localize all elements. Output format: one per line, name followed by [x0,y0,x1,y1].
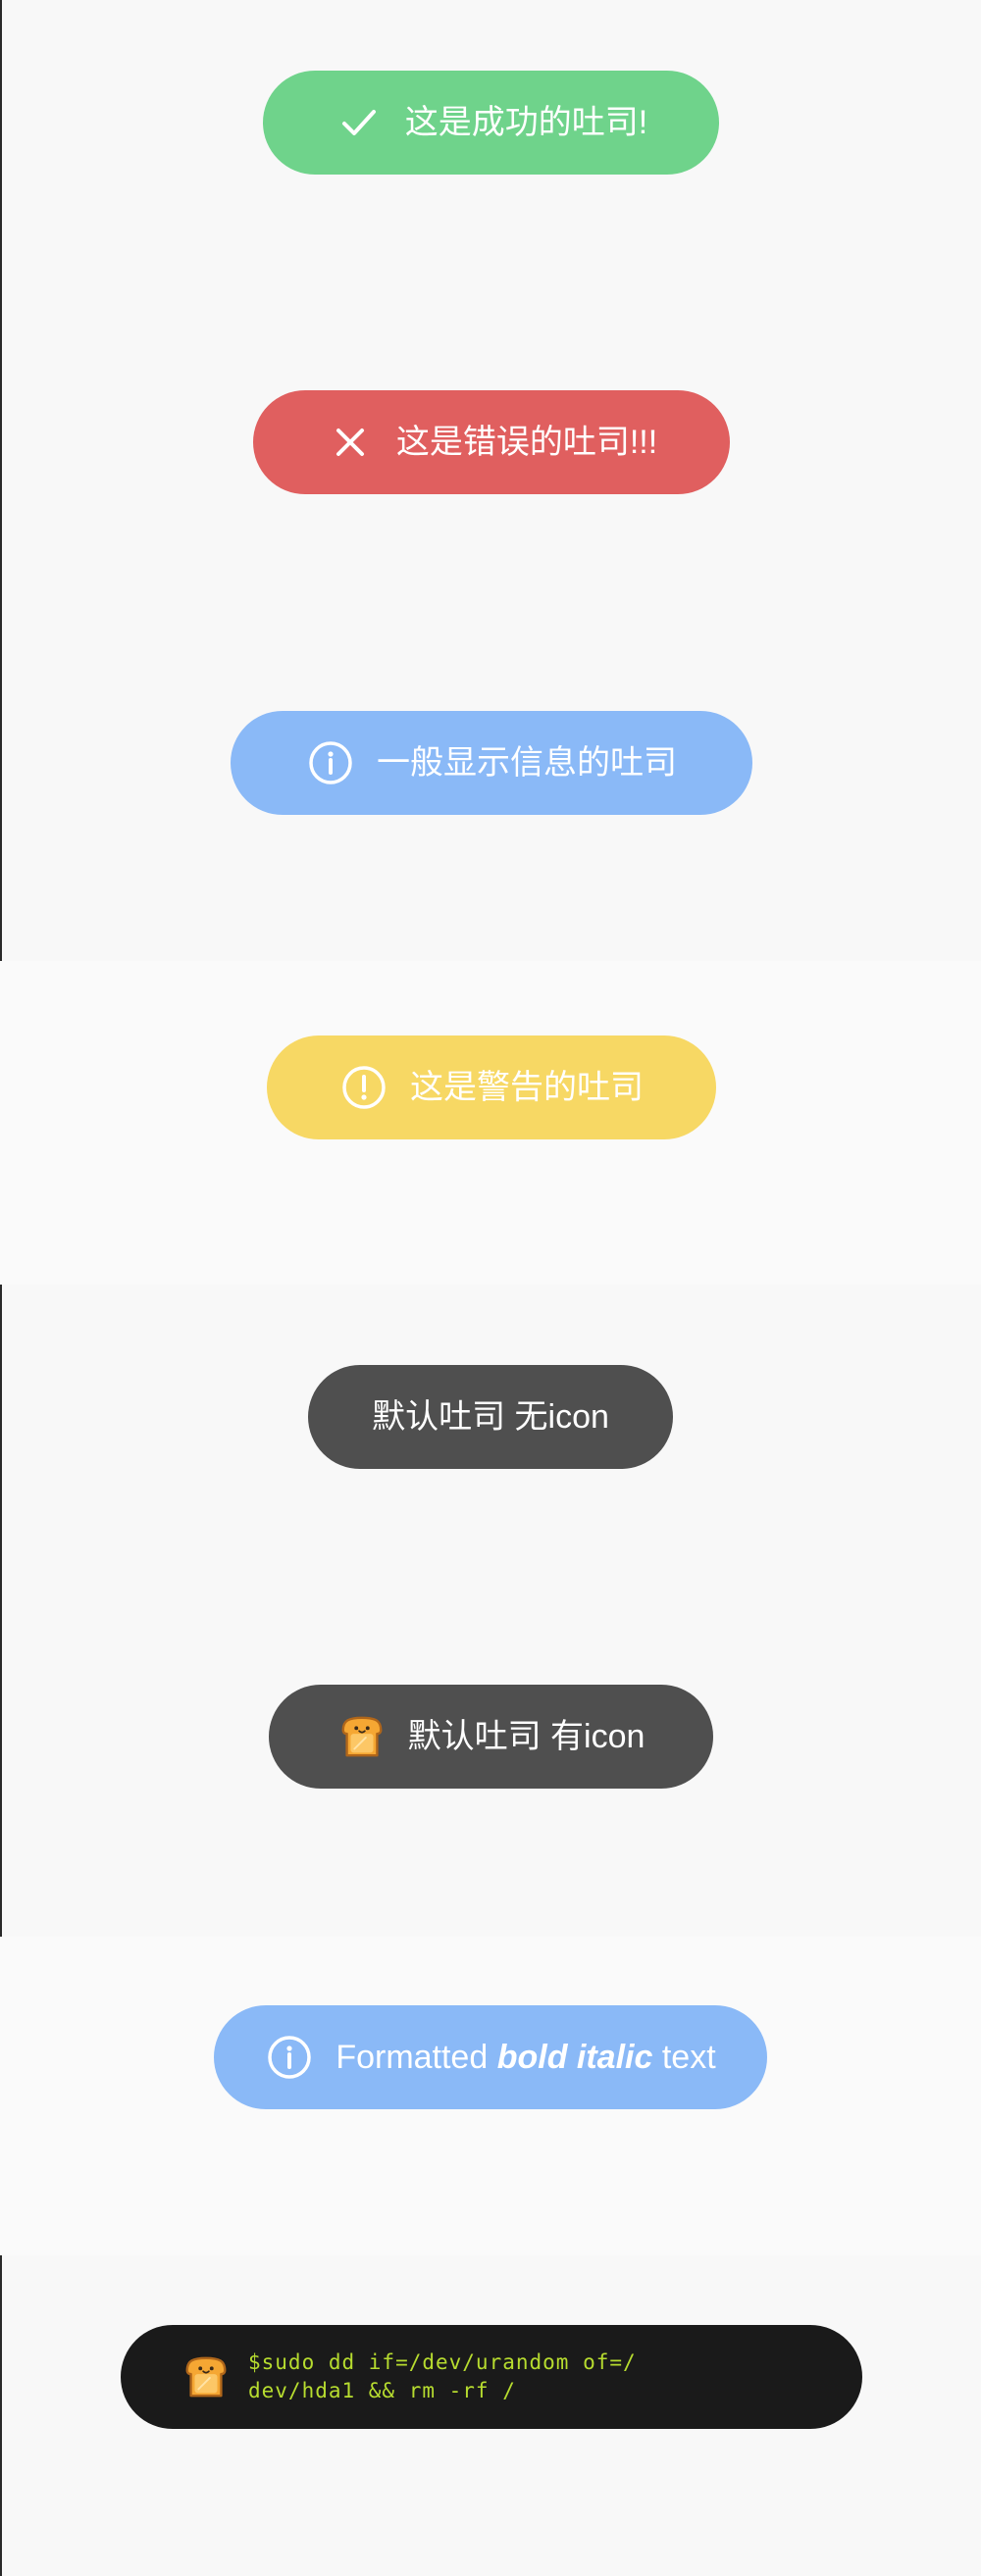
command-line-2: dev/hda1 && rm -rf / [248,2379,516,2402]
exclamation-icon [339,1063,388,1112]
info-icon [306,738,355,787]
formatted-text-toast: Formatted bold italic text [214,2005,767,2109]
formatted-suffix: text [661,2039,716,2076]
custom-terminal-toast: $sudo dd if=/dev/urandom of=/ dev/hda1 &… [121,2325,862,2429]
check-icon [335,98,384,147]
toast-message: 这是警告的吐司 [410,1069,644,1106]
formatted-prefix: Formatted [336,2039,489,2076]
toast-message: 默认吐司 无icon [372,1398,609,1436]
warning-toast: 这是警告的吐司 [267,1035,716,1139]
toast-bread-icon [181,2352,231,2401]
toast-message: $sudo dd if=/dev/urandom of=/ dev/hda1 &… [248,2349,637,2405]
toast-message: 这是错误的吐司!!! [395,424,658,461]
close-icon [326,418,375,467]
info-toast: 一般显示信息的吐司 [231,711,752,815]
info-icon [265,2033,314,2082]
toast-bread-icon [337,1712,387,1761]
default-toast-with-icon: 默认吐司 有icon [269,1685,713,1789]
bold-italic-text: bold italic [496,2039,653,2076]
toast-message: 一般显示信息的吐司 [377,744,677,782]
toast-message: Formatted bold italic text [336,2041,715,2074]
toast-message: 这是成功的吐司! [404,104,648,141]
command-line-1: $sudo dd if=/dev/urandom of=/ [248,2350,637,2374]
default-toast-no-icon: 默认吐司 无icon [308,1365,673,1469]
success-toast: 这是成功的吐司! [263,71,719,175]
toast-message: 默认吐司 有icon [407,1718,645,1755]
error-toast: 这是错误的吐司!!! [253,390,730,494]
